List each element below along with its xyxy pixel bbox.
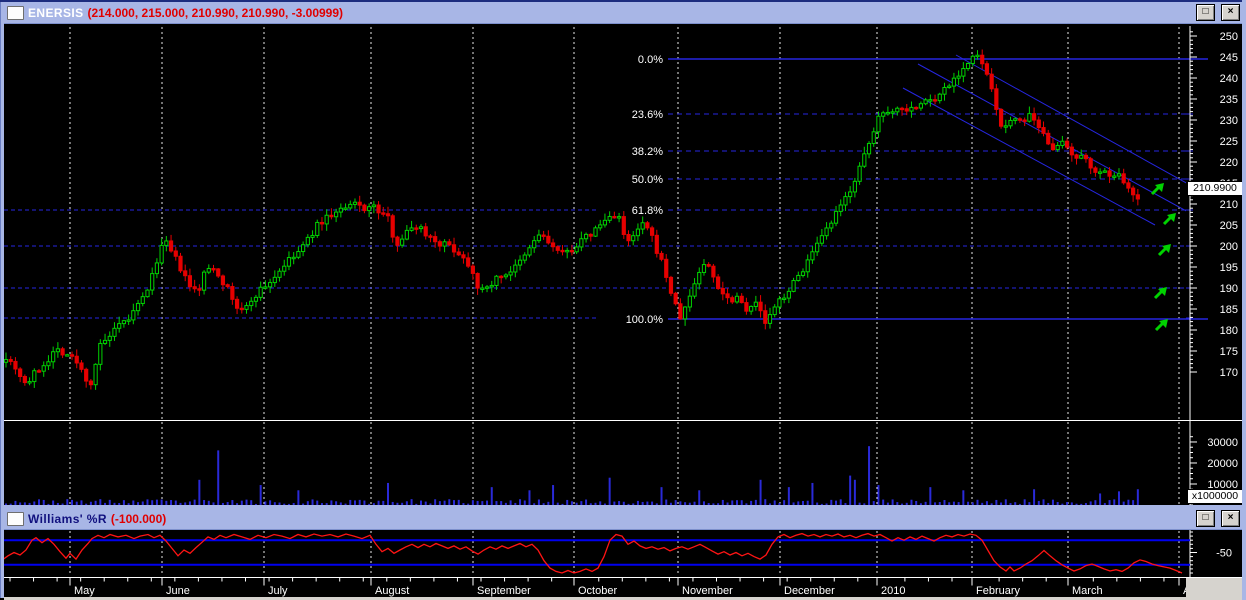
buy-arrow-icon — [1153, 287, 1167, 300]
symbol-title: ENERSIS — [28, 5, 84, 20]
svg-text:180: 180 — [1220, 325, 1238, 337]
window-frame-right — [1242, 0, 1246, 600]
svg-text:210: 210 — [1220, 199, 1238, 211]
maximize-button[interactable]: □ — [1196, 4, 1215, 21]
svg-text:February: February — [976, 585, 1021, 597]
svg-text:August: August — [375, 585, 409, 597]
indicator-axis[interactable]: -50 — [1186, 530, 1242, 577]
svg-text:July: July — [268, 585, 288, 597]
svg-text:June: June — [166, 585, 190, 597]
price-axis[interactable]: 1701751801851901952002052102152202252302… — [1186, 24, 1242, 505]
svg-text:175: 175 — [1220, 346, 1238, 358]
svg-text:-50: -50 — [1216, 548, 1232, 560]
close-button[interactable]: × — [1221, 510, 1240, 527]
pane-separator — [4, 420, 1242, 421]
fib-label: 0.0% — [638, 54, 663, 66]
buy-arrow-icon — [1150, 183, 1164, 196]
svg-text:170: 170 — [1220, 367, 1238, 379]
svg-text:April: April — [1183, 585, 1186, 597]
metastock-workspace: ENERSIS (214.000, 215.000, 210.990, 210.… — [0, 0, 1246, 600]
time-axis[interactable]: May June July August September October Novembe… — [4, 577, 1186, 597]
price-chart-plot[interactable]: 0.0% 23.6% 38.2% 50.0% 61.8% 100.0% — [4, 24, 1186, 505]
svg-text:240: 240 — [1220, 73, 1238, 85]
indicator-plot[interactable] — [4, 530, 1186, 577]
svg-text:185: 185 — [1220, 304, 1238, 316]
svg-text:20000: 20000 — [1207, 458, 1238, 470]
svg-text:200: 200 — [1220, 241, 1238, 253]
svg-text:220: 220 — [1220, 157, 1238, 169]
svg-text:2010: 2010 — [881, 585, 905, 597]
ohlc-values: (214.000, 215.000, 210.990, 210.990, -3.… — [87, 5, 344, 20]
indicator-title: Williams' %R — [28, 511, 107, 526]
fib-label: 61.8% — [632, 205, 663, 217]
indicator-value: (-100.000) — [110, 511, 167, 526]
svg-text:190: 190 — [1220, 283, 1238, 295]
indicator-window-titlebar[interactable]: Williams' %R (-100.000) □ × — [4, 508, 1242, 530]
svg-text:235: 235 — [1220, 94, 1238, 106]
svg-text:March: March — [1072, 585, 1103, 597]
svg-text:225: 225 — [1220, 136, 1238, 148]
svg-text:December: December — [784, 585, 835, 597]
fib-label: 38.2% — [632, 146, 663, 158]
maximize-button[interactable]: □ — [1196, 510, 1215, 527]
svg-text:195: 195 — [1220, 262, 1238, 274]
svg-text:September: September — [477, 585, 531, 597]
svg-text:November: November — [682, 585, 733, 597]
buy-arrow-icon — [1154, 319, 1168, 332]
fib-label: 100.0% — [626, 314, 664, 326]
window-menu-icon[interactable] — [7, 5, 24, 20]
svg-text:30000: 30000 — [1207, 437, 1238, 449]
fib-label: 50.0% — [632, 174, 663, 186]
svg-text:250: 250 — [1220, 31, 1238, 43]
svg-text:245: 245 — [1220, 52, 1238, 64]
last-price-tag: 210.9900 — [1187, 181, 1243, 196]
svg-text:230: 230 — [1220, 115, 1238, 127]
svg-text:May: May — [74, 585, 95, 597]
close-button[interactable]: × — [1221, 4, 1240, 21]
volume-multiplier-tag: x1000000 — [1187, 489, 1243, 504]
price-window-titlebar[interactable]: ENERSIS (214.000, 215.000, 210.990, 210.… — [4, 2, 1242, 24]
svg-text:205: 205 — [1220, 220, 1238, 232]
fib-label: 23.6% — [632, 109, 663, 121]
buy-arrow-icon — [1162, 213, 1176, 226]
svg-text:October: October — [578, 585, 617, 597]
window-menu-icon[interactable] — [7, 511, 24, 526]
